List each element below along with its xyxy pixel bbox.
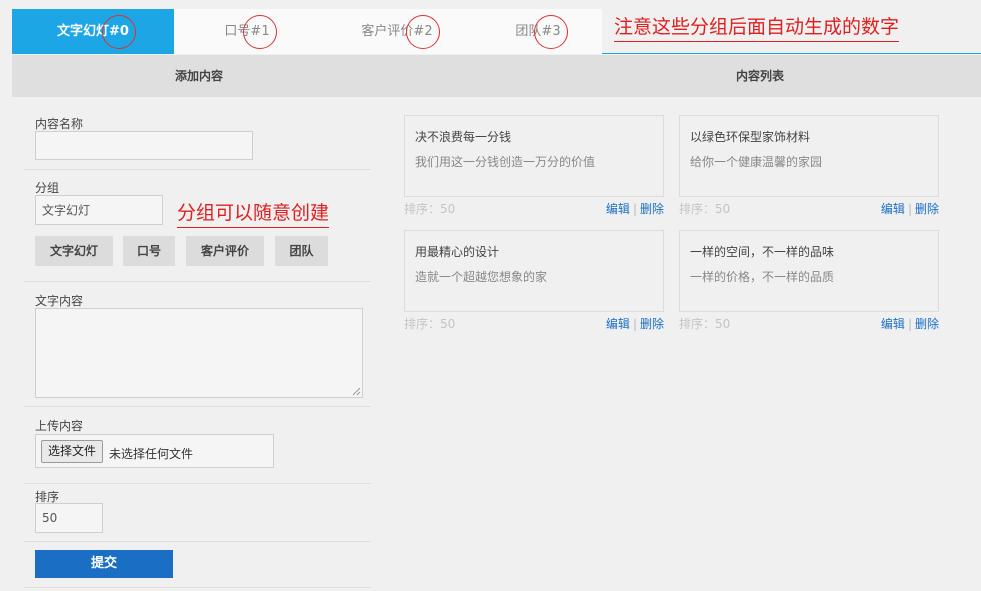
content-card: 一样的空间，不一样的品味 一样的价格，不一样的品质 <box>679 230 939 312</box>
content-card: 决不浪费每一分钱 我们用这一分钱创造一万分的价值 <box>404 115 664 197</box>
card-subtitle: 我们用这一分钱创造一万分的价值 <box>415 155 596 169</box>
submit-button[interactable]: 提交 <box>35 550 173 578</box>
name-label: 内容名称 <box>35 117 84 131</box>
delete-link[interactable]: 删除 <box>640 317 664 331</box>
page: 文字幻灯#0 口号#1 客户评价#2 团队#3 注意这些分组后面自动生成的数字 … <box>0 0 981 591</box>
card-subtitle: 一样的价格，不一样的品质 <box>690 270 835 284</box>
divider: | <box>907 317 912 331</box>
sort-row: 排序 50 <box>24 484 371 542</box>
card-subtitle: 造就一个超越您想象的家 <box>415 270 548 284</box>
choose-file-button[interactable]: 选择文件 <box>41 440 104 463</box>
group-button-slideshow[interactable]: 文字幻灯 <box>35 236 113 266</box>
sort-input[interactable]: 50 <box>35 503 103 533</box>
edit-link[interactable]: 编辑 <box>606 202 630 216</box>
card-sort: 排序：50 <box>404 317 456 331</box>
tab-customer-reviews[interactable]: 客户评价#2 <box>320 9 474 54</box>
card-title: 以绿色环保型家饰材料 <box>690 130 811 144</box>
delete-link[interactable]: 删除 <box>915 317 939 331</box>
card-sort: 排序：50 <box>404 202 456 216</box>
add-content-heading: 添加内容 <box>174 69 223 83</box>
tab-text-slideshow[interactable]: 文字幻灯#0 <box>12 9 174 54</box>
section-header: 添加内容 内容列表 <box>12 55 981 97</box>
group-button-slogan[interactable]: 口号 <box>123 236 175 266</box>
annotation-circle <box>406 14 440 49</box>
card-title: 一样的空间，不一样的品味 <box>690 245 835 259</box>
group-input[interactable]: 文字幻灯 <box>35 195 163 225</box>
tab-team[interactable]: 团队#3 <box>474 9 602 54</box>
card-meta: 排序：50 编辑 | 删除 <box>404 315 664 331</box>
divider: | <box>907 202 912 216</box>
group-button-team[interactable]: 团队 <box>275 236 328 266</box>
card-meta: 排序：50 编辑 | 删除 <box>679 200 939 216</box>
divider: | <box>632 317 637 331</box>
content-card: 用最精心的设计 造就一个超越您想象的家 <box>404 230 664 312</box>
annotation-circle <box>243 14 277 49</box>
file-status: 未选择任何文件 <box>109 447 194 461</box>
group-button-reviews[interactable]: 客户评价 <box>186 236 264 266</box>
edit-link[interactable]: 编辑 <box>606 317 630 331</box>
group-buttons: 文字幻灯 口号 客户评价 团队 <box>35 236 335 266</box>
text-content-row: 文字内容 <box>24 282 371 407</box>
file-input: 选择文件 未选择任何文件 <box>35 434 274 468</box>
divider: | <box>632 202 637 216</box>
upload-row: 上传内容 选择文件 未选择任何文件 <box>24 407 371 484</box>
annotation-circle <box>534 14 568 49</box>
edit-link[interactable]: 编辑 <box>881 317 905 331</box>
edit-link[interactable]: 编辑 <box>881 202 905 216</box>
annotation-auto-number-note: 注意这些分组后面自动生成的数字 <box>614 12 900 42</box>
text-content-textarea[interactable] <box>35 308 363 398</box>
content-card: 以绿色环保型家饰材料 给你一个健康温馨的家园 <box>679 115 939 197</box>
card-title: 用最精心的设计 <box>415 245 500 259</box>
card-meta: 排序：50 编辑 | 删除 <box>679 315 939 331</box>
content-list-heading: 内容列表 <box>735 69 784 83</box>
resize-handle-icon[interactable] <box>352 387 361 396</box>
annotation-group-note: 分组可以随意创建 <box>177 198 330 228</box>
delete-link[interactable]: 删除 <box>915 202 939 216</box>
tab-slogan[interactable]: 口号#1 <box>174 9 320 54</box>
card-sort: 排序：50 <box>679 317 731 331</box>
group-label: 分组 <box>35 181 60 195</box>
form-bottom-divider <box>24 587 371 588</box>
annotation-circle <box>102 14 136 49</box>
card-sort: 排序：50 <box>679 202 731 216</box>
card-meta: 排序：50 编辑 | 删除 <box>404 200 664 216</box>
card-subtitle: 给你一个健康温馨的家园 <box>690 155 823 169</box>
upload-label: 上传内容 <box>35 419 84 433</box>
name-input[interactable] <box>35 131 253 160</box>
name-row: 内容名称 <box>24 97 371 170</box>
text-content-label: 文字内容 <box>35 294 84 308</box>
delete-link[interactable]: 删除 <box>640 202 664 216</box>
card-title: 决不浪费每一分钱 <box>415 130 512 144</box>
